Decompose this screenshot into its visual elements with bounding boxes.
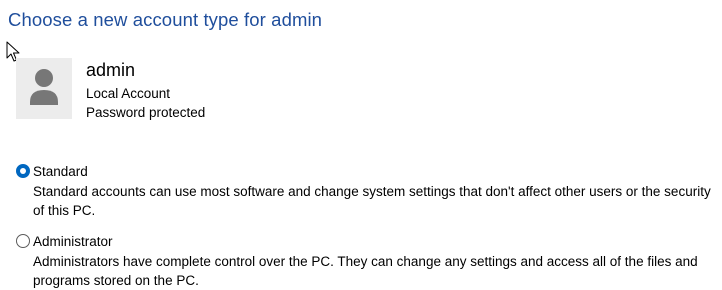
user-name: admin — [86, 60, 136, 80]
standard-radio-label[interactable]: Standard — [33, 164, 88, 179]
page-title: Choose a new account type for admin — [8, 9, 323, 30]
avatar — [16, 58, 72, 119]
change-account-type-page: Choose a new account type for admin admi… — [0, 0, 722, 290]
standard-description: Standard accounts can use most software … — [33, 184, 711, 218]
administrator-description: Administrators have complete control ove… — [33, 254, 698, 288]
option-standard: Standard Standard accounts can use most … — [16, 162, 716, 220]
administrator-radio-row[interactable]: Administrator — [16, 232, 716, 250]
standard-radio-button[interactable] — [16, 164, 30, 178]
option-administrator: Administrator Administrators have comple… — [16, 232, 716, 290]
password-status-label: Password protected — [86, 105, 206, 120]
administrator-radio-label[interactable]: Administrator — [33, 234, 113, 249]
administrator-radio-button[interactable] — [16, 234, 30, 248]
standard-radio-row[interactable]: Standard — [16, 162, 716, 180]
user-avatar-icon — [30, 69, 58, 105]
account-type-label: Local Account — [86, 86, 171, 101]
